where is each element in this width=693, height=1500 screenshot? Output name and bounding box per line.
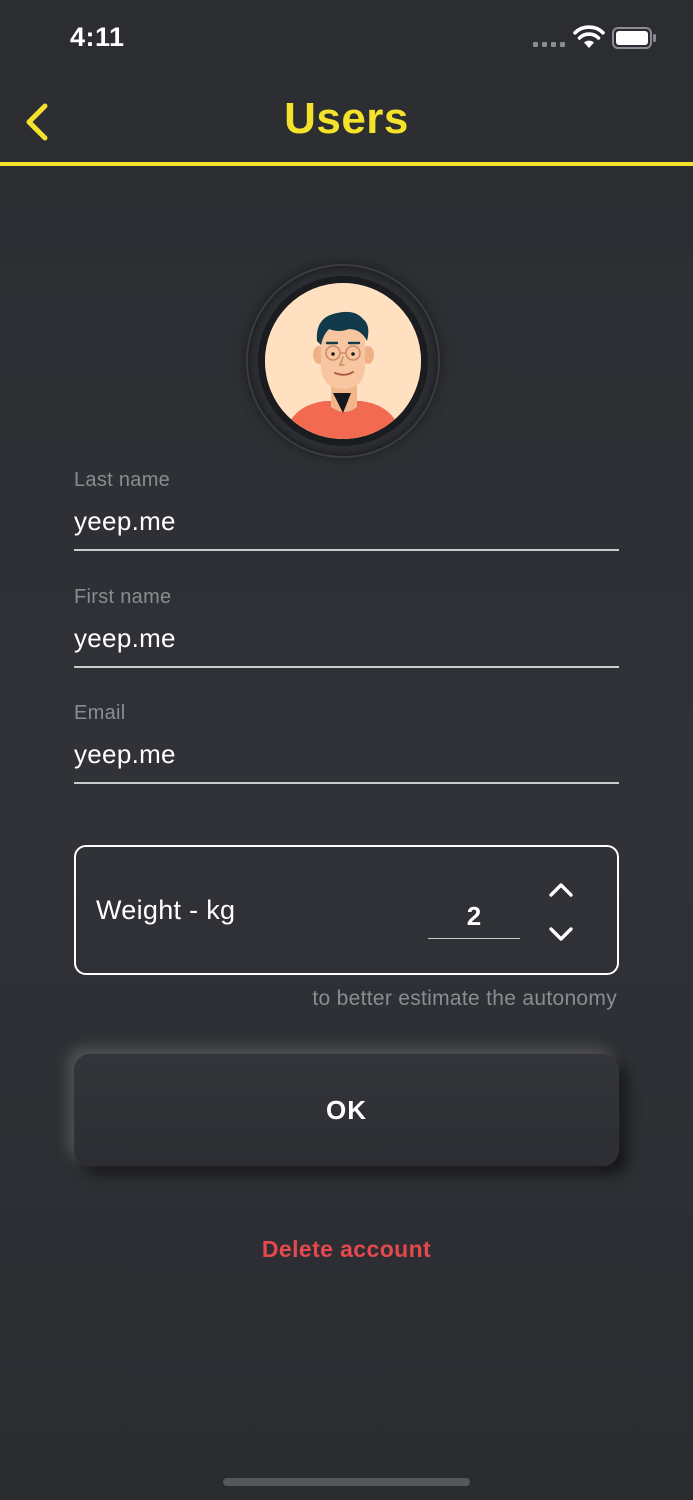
status-time: 4:11 [70,22,125,52]
page-title: Users [284,94,409,143]
battery-icon [612,27,656,49]
user-profile-screen: 4:11 Users Last name yeep.me First name … [0,0,693,1500]
ok-button[interactable]: OK [74,1054,619,1166]
email-field: Email yeep.me [74,702,619,784]
email-input[interactable]: yeep.me [74,739,619,784]
first-name-input[interactable]: yeep.me [74,623,619,668]
weight-hint: to better estimate the autonomy [312,987,617,1010]
weight-stepper: Weight - kg 2 [74,845,619,975]
last-name-field: Last name yeep.me [74,469,619,551]
chevron-up-icon[interactable] [546,879,576,901]
last-name-label: Last name [74,469,171,491]
last-name-input[interactable]: yeep.me [74,506,619,551]
email-label: Email [74,702,126,724]
weight-input[interactable]: 2 [428,901,520,939]
avatar[interactable] [265,283,421,439]
weight-label: Weight - kg [96,895,236,925]
user-avatar-illustration-icon [265,283,421,439]
first-name-label: First name [74,586,172,608]
wifi-icon [573,25,605,48]
home-indicator [223,1478,470,1486]
header-divider [0,162,693,166]
first-name-field: First name yeep.me [74,586,619,668]
chevron-down-icon[interactable] [546,923,576,945]
cellular-signal-icon [533,42,565,47]
delete-account-link[interactable]: Delete account [0,1236,693,1263]
